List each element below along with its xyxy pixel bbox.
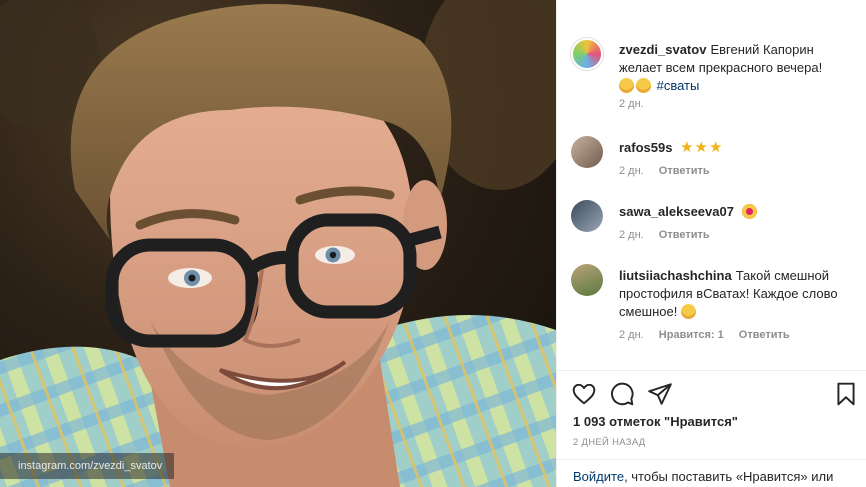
likes-count[interactable]: 1 093 отметок "Нравится"	[573, 414, 738, 429]
photo-watermark: instagram.com/zvezdi_svatov	[0, 453, 175, 479]
avatar[interactable]	[571, 200, 603, 232]
avatar[interactable]	[571, 38, 603, 70]
comments-list[interactable]: zvezdi_svatov Евгений Капорин желает всем…	[557, 0, 866, 370]
smile-emoji-icon	[619, 78, 634, 93]
avatar[interactable]	[571, 264, 603, 296]
comment-username[interactable]: zvezdi_svatov	[619, 42, 706, 57]
reply-button[interactable]: Ответить	[659, 229, 710, 241]
reply-button[interactable]: Ответить	[739, 329, 790, 341]
login-link[interactable]: Войдите	[573, 469, 624, 484]
comment-likes-count[interactable]: Нравится: 1	[659, 329, 724, 341]
comment-text: sawa_alekseeva07	[619, 203, 859, 221]
comment-time: 2 дн.	[619, 229, 644, 241]
comment-text: liutsiiachashchina Такой смешной простофи…	[619, 267, 859, 321]
post-date: 2 ДНЕЙ НАЗАД	[573, 437, 646, 448]
bookmark-icon[interactable]	[833, 381, 859, 407]
comment-icon[interactable]	[609, 381, 635, 407]
share-icon[interactable]	[647, 381, 673, 407]
portrait-illustration	[0, 0, 556, 487]
reply-button[interactable]: Ответить	[659, 165, 710, 177]
post-side-panel: zvezdi_svatov Евгений Капорин желает всем…	[556, 0, 866, 487]
comment-meta: 2 дн. Ответить	[619, 165, 722, 177]
comment-text: zvezdi_svatov Евгений Капорин желает всем…	[619, 41, 859, 95]
grin-emoji-icon	[680, 304, 696, 319]
avatar[interactable]	[571, 136, 603, 168]
comment-time: 2 дн.	[619, 329, 644, 341]
smile-emoji-icon	[636, 78, 651, 93]
heart-eyes-emoji-icon	[741, 204, 757, 219]
star-emoji-icon: ★★★	[680, 139, 724, 156]
comment-time: 2 дн.	[619, 165, 644, 177]
post-photo[interactable]: instagram.com/zvezdi_svatov	[0, 0, 556, 487]
comment-username[interactable]: liutsiiachashchina	[619, 268, 732, 283]
heart-icon[interactable]	[571, 381, 597, 407]
login-prompt-text: , чтобы поставить «Нравится» или	[624, 469, 834, 484]
hashtag-link[interactable]: #сваты	[657, 78, 700, 93]
comment-text: rafos59s ★★★	[619, 139, 859, 157]
comment-username[interactable]: sawa_alekseeva07	[619, 204, 734, 219]
comment-username[interactable]: rafos59s	[619, 140, 672, 155]
comment-time: 2 дн.	[619, 98, 644, 110]
post-actions: 1 093 отметок "Нравится" 2 ДНЕЙ НАЗАД Во…	[557, 370, 866, 487]
comment-meta: 2 дн. Ответить	[619, 229, 722, 241]
comment-meta: 2 дн. Нравится: 1 Ответить	[619, 329, 802, 341]
comment-meta: 2 дн.	[619, 98, 656, 110]
login-prompt: Войдите, чтобы поставить «Нравится» или	[557, 459, 866, 487]
